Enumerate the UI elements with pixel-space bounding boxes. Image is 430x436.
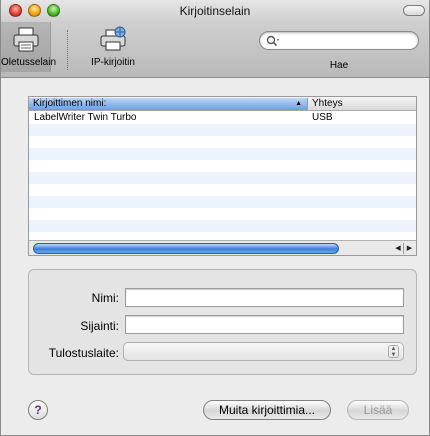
popup-arrows-icon: ▲ ▼ [388,345,399,358]
name-field[interactable] [125,288,404,307]
more-printers-button[interactable]: Muita kirjoittimia... [203,400,331,420]
toolbar-separator [67,30,68,70]
scrollbar-thumb[interactable] [33,243,339,254]
table-row [29,172,416,184]
help-button[interactable]: ? [28,400,48,420]
column-header-connection[interactable]: Yhteys [312,98,412,110]
default-browser-label: Oletusselain [1,57,57,68]
table-row [29,148,416,160]
table-row [29,160,416,172]
printer-connection-cell: USB [312,112,333,123]
table-row [29,220,416,232]
list-header: Kirjoittimen nimi: ▲ Yhteys [29,97,416,111]
device-popup[interactable]: ▲ ▼ [123,342,404,361]
scroll-right-arrow-icon[interactable]: ▶ [403,243,415,254]
table-row [29,124,416,136]
location-field[interactable] [125,315,404,334]
printer-rows: LabelWriter Twin Turbo USB [29,112,416,232]
column-header-name[interactable]: Kirjoittimen nimi: ▲ [29,98,308,110]
table-row[interactable]: LabelWriter Twin Turbo USB [29,112,416,124]
location-label: Sijainti: [80,319,119,333]
network-printer-icon [100,26,126,51]
sort-ascending-icon: ▲ [295,100,302,107]
printer-browser-window: Kirjoitinselain Oletusselain IP-kirjoiti… [0,0,430,436]
table-row [29,184,416,196]
printer-icon [13,27,38,52]
table-row [29,208,416,220]
ip-printer-button[interactable]: IP-kirjoitin [83,26,143,68]
printer-attributes-group: Nimi: Sijainti: Tulostuslaite: ▲ ▼ [28,269,417,375]
search-input[interactable] [259,31,419,50]
horizontal-scrollbar[interactable]: ◀ ▶ [29,240,416,255]
default-browser-button[interactable]: Oletusselain [1,22,56,72]
name-label: Nimi: [91,291,119,305]
title-bar[interactable]: Kirjoitinselain [1,0,429,22]
printer-name-cell: LabelWriter Twin Turbo [34,112,137,123]
toolbar-toggle-button[interactable] [403,5,425,16]
ip-printer-label: IP-kirjoitin [91,57,135,68]
printer-list[interactable]: Kirjoittimen nimi: ▲ Yhteys LabelWriter … [28,96,417,256]
table-row [29,196,416,208]
table-row [29,136,416,148]
toolbar: Oletusselain IP-kirjoitin Hae [1,22,429,78]
search-label: Hae [329,60,349,71]
search-icon [266,35,279,47]
device-label: Tulostuslaite: [48,346,119,360]
column-header-name-label: Kirjoittimen nimi: [33,98,107,109]
window-title: Kirjoitinselain [179,4,251,18]
add-button[interactable]: Lisää [347,400,409,420]
